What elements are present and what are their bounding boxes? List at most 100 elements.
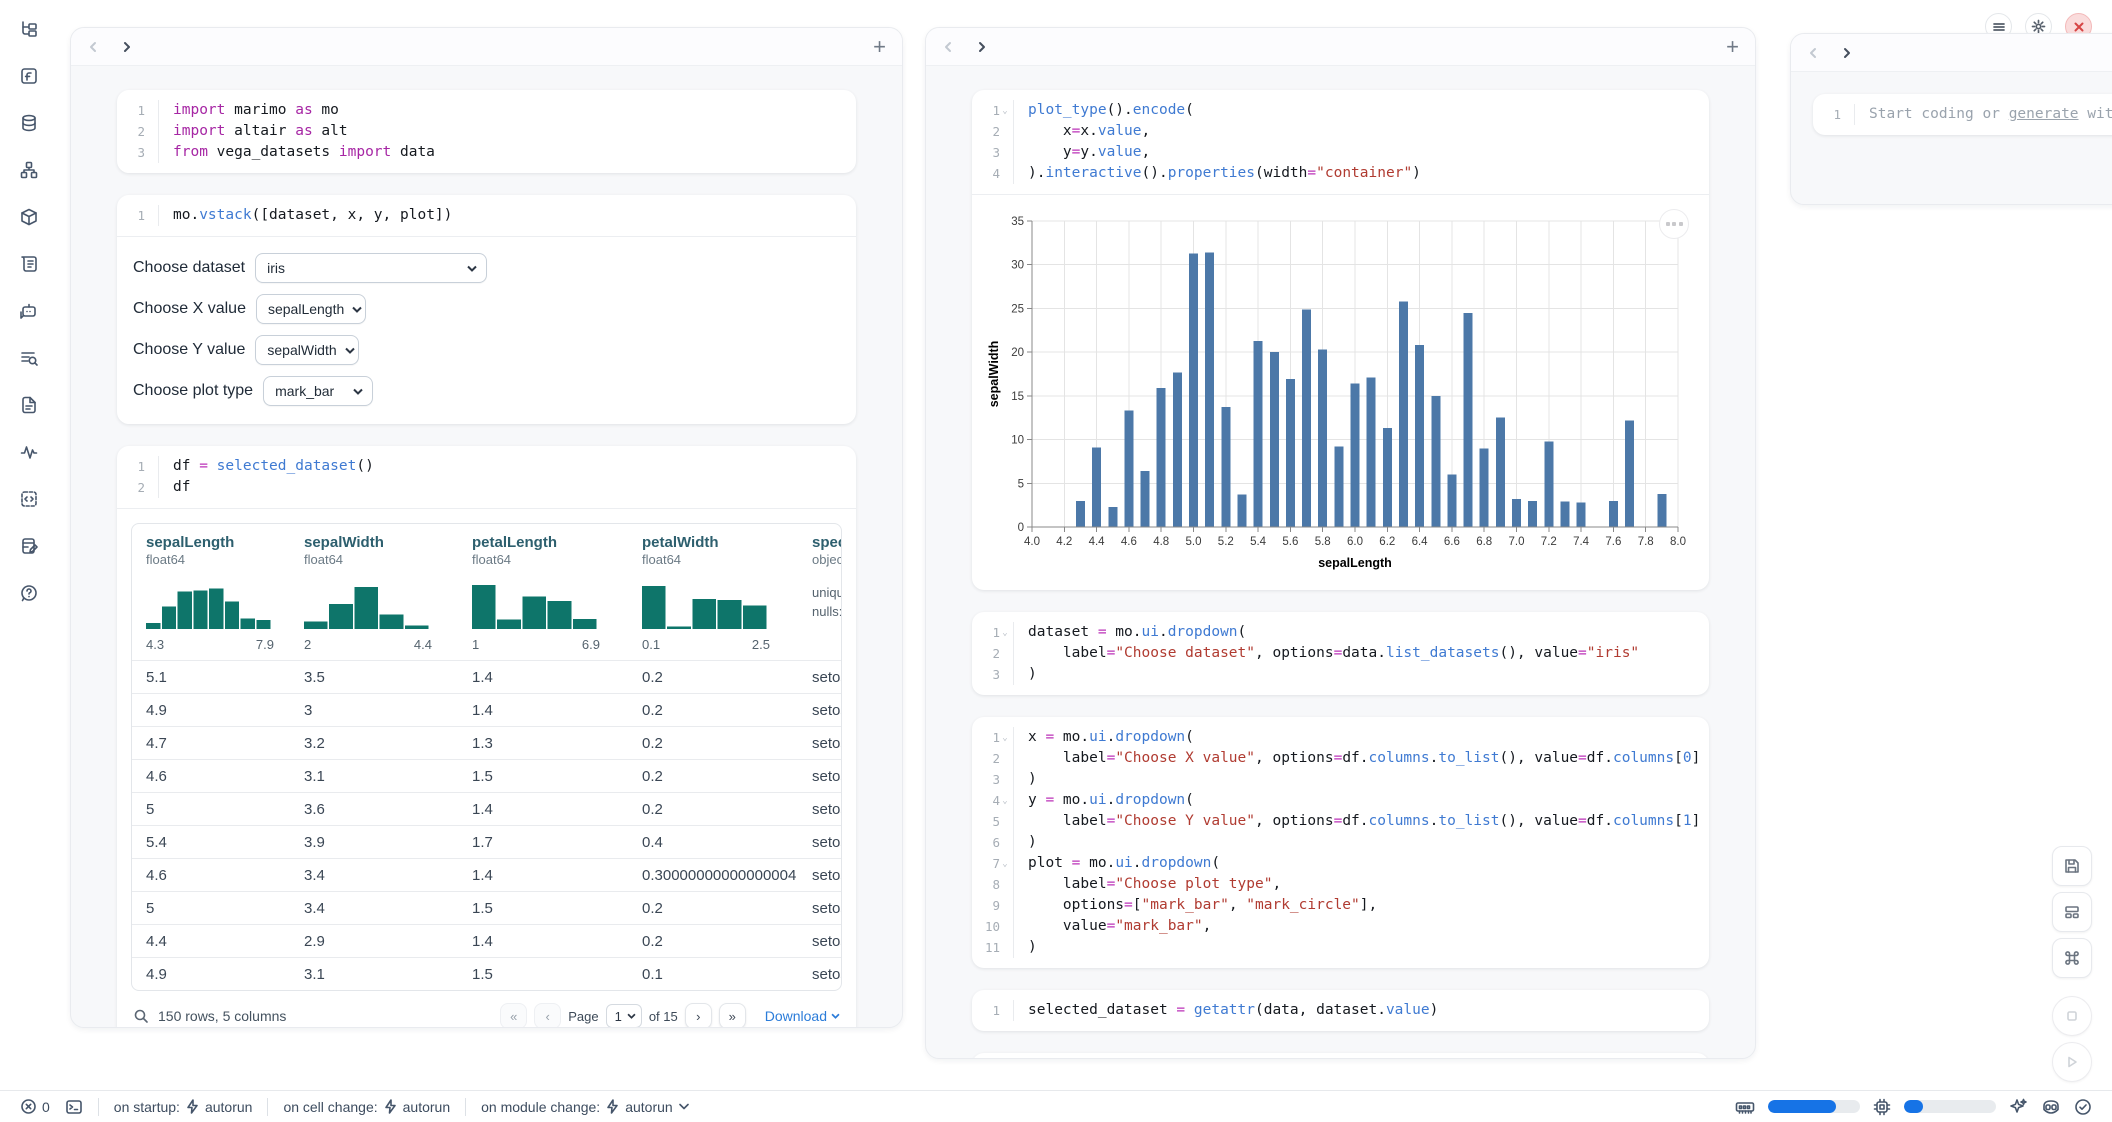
save-icon[interactable] [2052,846,2092,886]
plot-type-select[interactable]: mark_bar [263,376,373,406]
svg-text:sepalWidth: sepalWidth [987,341,1001,408]
table-cell: 0.2 [628,694,798,726]
marimo-file-icon[interactable] [12,61,46,91]
add-cell-button[interactable]: + [1726,36,1739,58]
packages-icon[interactable] [12,202,46,232]
table-row[interactable]: 4.63.11.50.2setosa [132,759,841,792]
table-cell: 1.5 [458,958,628,990]
svg-text:5: 5 [1018,478,1024,490]
table-row[interactable]: 4.42.91.40.2setosa [132,924,841,957]
command-palette-icon[interactable] [2052,938,2092,978]
chevron-right-icon[interactable] [976,41,988,53]
tracer-icon[interactable] [12,437,46,467]
table-cell: setosa [798,760,841,792]
column-header[interactable]: sepalWidthfloat6424.4 [290,524,458,660]
copilot-icon[interactable] [2041,1098,2061,1116]
datasources-icon[interactable] [12,108,46,138]
search-icon[interactable] [133,1008,149,1024]
on-cell-change-setting[interactable]: on cell change: autorun [267,1098,450,1116]
table-row[interactable]: 5.43.91.70.4setosa [132,825,841,858]
layout-icon[interactable] [2052,892,2092,932]
code-editor[interactable]: 1plot_type = getattr(alt.Chart(df), plot… [972,1053,1709,1059]
svg-text:7.8: 7.8 [1638,536,1654,548]
column-header[interactable]: petalLengthfloat6416.9 [458,524,628,660]
table-cell: setosa [798,925,841,957]
code-icon[interactable] [12,484,46,514]
dataset-select[interactable]: iris [255,253,487,283]
logs-icon[interactable] [12,343,46,373]
vstack-output: Choose dataset iris Choose X value sepal… [117,236,856,424]
svg-text:4.8: 4.8 [1153,536,1169,548]
last-page-button[interactable]: » [719,1003,746,1028]
file-tree-icon[interactable] [12,14,46,44]
chat-icon[interactable] [12,296,46,326]
table-row[interactable]: 53.61.40.2setosa [132,792,841,825]
table-cell: 3 [290,694,458,726]
altair-chart[interactable]: 4.04.24.44.64.85.05.25.45.65.86.06.26.46… [986,207,1690,579]
run-icon[interactable] [2052,1042,2092,1082]
stop-icon[interactable] [2052,996,2092,1036]
code-editor[interactable]: 12df = selected_dataset()df [117,446,856,508]
code-editor-placeholder[interactable]: 1Start coding or generate with AI [1813,94,2112,135]
chevron-right-icon[interactable] [1841,47,1853,59]
table-cell: setosa [798,958,841,990]
chevron-left-icon[interactable] [87,41,99,53]
errors-indicator[interactable]: 0 [20,1098,50,1115]
cell-dataframe: 12df = selected_dataset()df sepalLengthf… [117,446,856,1028]
table-cell: 0.2 [628,793,798,825]
panel-right-header [1791,34,2112,72]
table-cell: setosa [798,892,841,924]
first-page-button[interactable]: « [500,1003,527,1028]
code-editor[interactable]: 1⌄23dataset = mo.ui.dropdown( label="Cho… [972,612,1709,695]
snippets-icon[interactable] [12,390,46,420]
documentation-icon[interactable] [12,249,46,279]
cell-imports: 123import marimo as moimport altair as a… [117,90,856,173]
lightning-icon [606,1099,619,1114]
x-value-select[interactable]: sepalLength [256,294,366,324]
connection-status-icon[interactable] [2074,1098,2092,1116]
table-row[interactable]: 4.63.41.40.30000000000000004setosa [132,858,841,891]
table-cell: setosa [798,793,841,825]
panel-middle-header: + [926,28,1755,66]
help-icon[interactable] [12,578,46,608]
chevron-left-icon[interactable] [942,41,954,53]
code-editor[interactable]: 1mo.vstack([dataset, x, y, plot]) [117,195,856,236]
prev-page-button[interactable]: ‹ [534,1003,561,1028]
ai-sparkle-icon[interactable] [2009,1097,2028,1116]
add-cell-button[interactable]: + [873,36,886,58]
code-editor[interactable]: 1⌄234⌄567⌄891011x = mo.ui.dropdown( labe… [972,717,1709,968]
terminal-icon[interactable] [65,1098,83,1116]
svg-text:35: 35 [1011,216,1024,228]
download-button[interactable]: Download [765,1008,840,1024]
column-header[interactable]: speciesobjectuniquenulls: [798,524,841,660]
dataframe-output: sepalLengthfloat644.37.9sepalWidthfloat6… [117,508,856,1028]
code-editor[interactable]: 1selected_dataset = getattr(data, datase… [972,990,1709,1031]
table-row[interactable]: 4.73.21.30.2setosa [132,726,841,759]
column-header[interactable]: petalWidthfloat640.12.5 [628,524,798,660]
table-row[interactable]: 53.41.50.2setosa [132,891,841,924]
chart-more-icon[interactable] [1659,209,1689,239]
chevron-left-icon[interactable] [1807,47,1819,59]
table-cell: setosa [798,826,841,858]
column-header[interactable]: sepalLengthfloat644.37.9 [132,524,290,660]
dependency-graph-icon[interactable] [12,155,46,185]
code-editor[interactable]: 1⌄234plot_type().encode( x=x.value, y=y.… [972,90,1709,194]
on-module-change-setting[interactable]: on module change: autorun [465,1098,689,1116]
svg-text:20: 20 [1011,347,1024,359]
panel-left: + 123import marimo as moimport altair as… [70,27,903,1028]
dropdown-label: Choose X value [133,300,246,318]
scratchpad-icon[interactable] [12,531,46,561]
y-value-select[interactable]: sepalWidth [255,335,359,365]
chevron-right-icon[interactable] [121,41,133,53]
table-row[interactable]: 5.13.51.40.2setosa [132,660,841,693]
table-row[interactable]: 4.93.11.50.1setosa [132,957,841,990]
svg-text:7.4: 7.4 [1573,536,1590,548]
lightning-icon [384,1099,397,1114]
table-cell: 4.4 [132,925,290,957]
page-select[interactable]: 1 [606,1004,642,1028]
svg-text:10: 10 [1011,435,1024,447]
code-editor[interactable]: 123import marimo as moimport altair as a… [117,90,856,173]
on-startup-setting[interactable]: on startup: autorun [98,1098,253,1116]
table-row[interactable]: 4.931.40.2setosa [132,693,841,726]
next-page-button[interactable]: › [685,1003,712,1028]
